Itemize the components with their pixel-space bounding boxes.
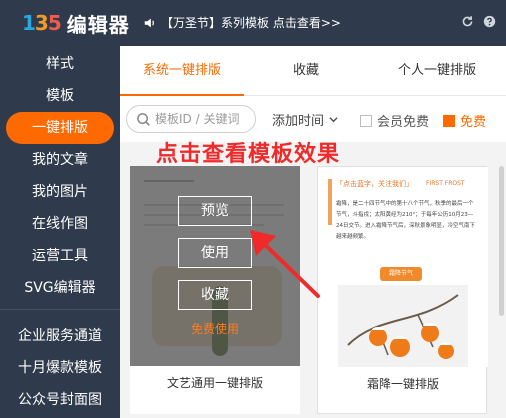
annotation-headline: 点击查看模板效果 bbox=[156, 142, 341, 167]
sidebar-item-october-hot-templates[interactable]: 十月爆款模板 bbox=[0, 352, 120, 384]
thumb-tag: 霜降节气 bbox=[380, 267, 422, 281]
sidebar: 样式 模板 一键排版 我的文章 我的图片 在线作图 运营工具 SVG编辑器 企业… bbox=[0, 46, 120, 418]
free-filter[interactable]: 免费 bbox=[443, 111, 486, 130]
logo-mark: 135 bbox=[22, 11, 62, 35]
chevron-down-icon bbox=[329, 117, 338, 123]
free-checkbox[interactable] bbox=[443, 114, 455, 127]
sidebar-divider bbox=[0, 309, 120, 310]
sidebar-item-enterprise-service[interactable]: 企业服务通道 bbox=[0, 320, 120, 352]
logo[interactable]: 135 编辑器 bbox=[22, 8, 130, 38]
template-thumbnail: 「点击蓝字，关注我们」 FIRST FROST 霜降，是二十四节气中的第十八个节… bbox=[318, 167, 488, 367]
card-title: 霜降一键排版 bbox=[366, 377, 439, 391]
sort-label: 添加时间 bbox=[272, 114, 325, 129]
announcement-text: 【万圣节】系列模板 点击查看>> bbox=[161, 16, 341, 30]
sidebar-item-my-articles[interactable]: 我的文章 bbox=[0, 144, 120, 176]
logo-text: 编辑器 bbox=[66, 12, 130, 37]
card-title: 文艺通用一键排版 bbox=[166, 376, 263, 390]
announcement-link[interactable]: 【万圣节】系列模板 点击查看>> bbox=[143, 14, 341, 31]
search-icon bbox=[137, 113, 150, 126]
sidebar-item-svg-editor[interactable]: SVG编辑器 bbox=[0, 272, 120, 304]
scrollbar-thumb[interactable] bbox=[499, 166, 504, 316]
sidebar-item-cover-image[interactable]: 公众号封面图 bbox=[0, 384, 120, 416]
member-free-label: 会员免费 bbox=[377, 115, 430, 130]
sidebar-item-online-design[interactable]: 在线作图 bbox=[0, 208, 120, 240]
member-free-filter[interactable]: 会员免费 bbox=[360, 111, 429, 130]
tab-favorites[interactable]: 收藏 bbox=[244, 46, 368, 96]
tab-system-layout[interactable]: 系统一键排版 bbox=[120, 46, 244, 96]
thumb-banner: 「点击蓝字，关注我们」 bbox=[336, 180, 413, 188]
thumb-text: 霜降，是二十四节气中的第十八个节气，秋季的最后一个节气，斗指戌；太阳黄经为210… bbox=[336, 201, 476, 240]
sidebar-item-styles[interactable]: 样式 bbox=[0, 48, 120, 80]
sidebar-item-one-click-layout[interactable]: 一键排版 bbox=[6, 112, 114, 144]
free-use-label: 免费使用 bbox=[190, 322, 239, 336]
thumb-heading: FIRST FROST bbox=[426, 180, 465, 187]
top-bar: 135 编辑器 【万圣节】系列模板 点击查看>> bbox=[0, 0, 506, 46]
sort-dropdown[interactable]: 添加时间 bbox=[272, 110, 338, 129]
search-box bbox=[126, 105, 256, 133]
sidebar-item-my-images[interactable]: 我的图片 bbox=[0, 176, 120, 208]
red-arrow-annotation bbox=[250, 230, 320, 298]
help-icon[interactable] bbox=[483, 15, 496, 28]
refresh-icon[interactable] bbox=[461, 15, 474, 28]
main-panel: 系统一键排版 收藏 个人一键排版 添加时间 会员免费 免费 bbox=[120, 46, 506, 418]
member-free-checkbox[interactable] bbox=[360, 114, 372, 127]
speaker-icon bbox=[144, 18, 154, 27]
tab-bar: 系统一键排版 收藏 个人一键排版 bbox=[120, 46, 506, 96]
tab-personal-layout[interactable]: 个人一键排版 bbox=[368, 46, 506, 96]
sidebar-item-templates[interactable]: 模板 bbox=[0, 80, 120, 112]
template-card[interactable]: 「点击蓝字，关注我们」 FIRST FROST 霜降，是二十四节气中的第十八个节… bbox=[317, 166, 488, 414]
search-input[interactable] bbox=[155, 110, 255, 128]
free-label: 免费 bbox=[460, 115, 487, 130]
persimmon-illustration bbox=[338, 285, 468, 367]
sidebar-item-operation-tools[interactable]: 运营工具 bbox=[0, 240, 120, 272]
